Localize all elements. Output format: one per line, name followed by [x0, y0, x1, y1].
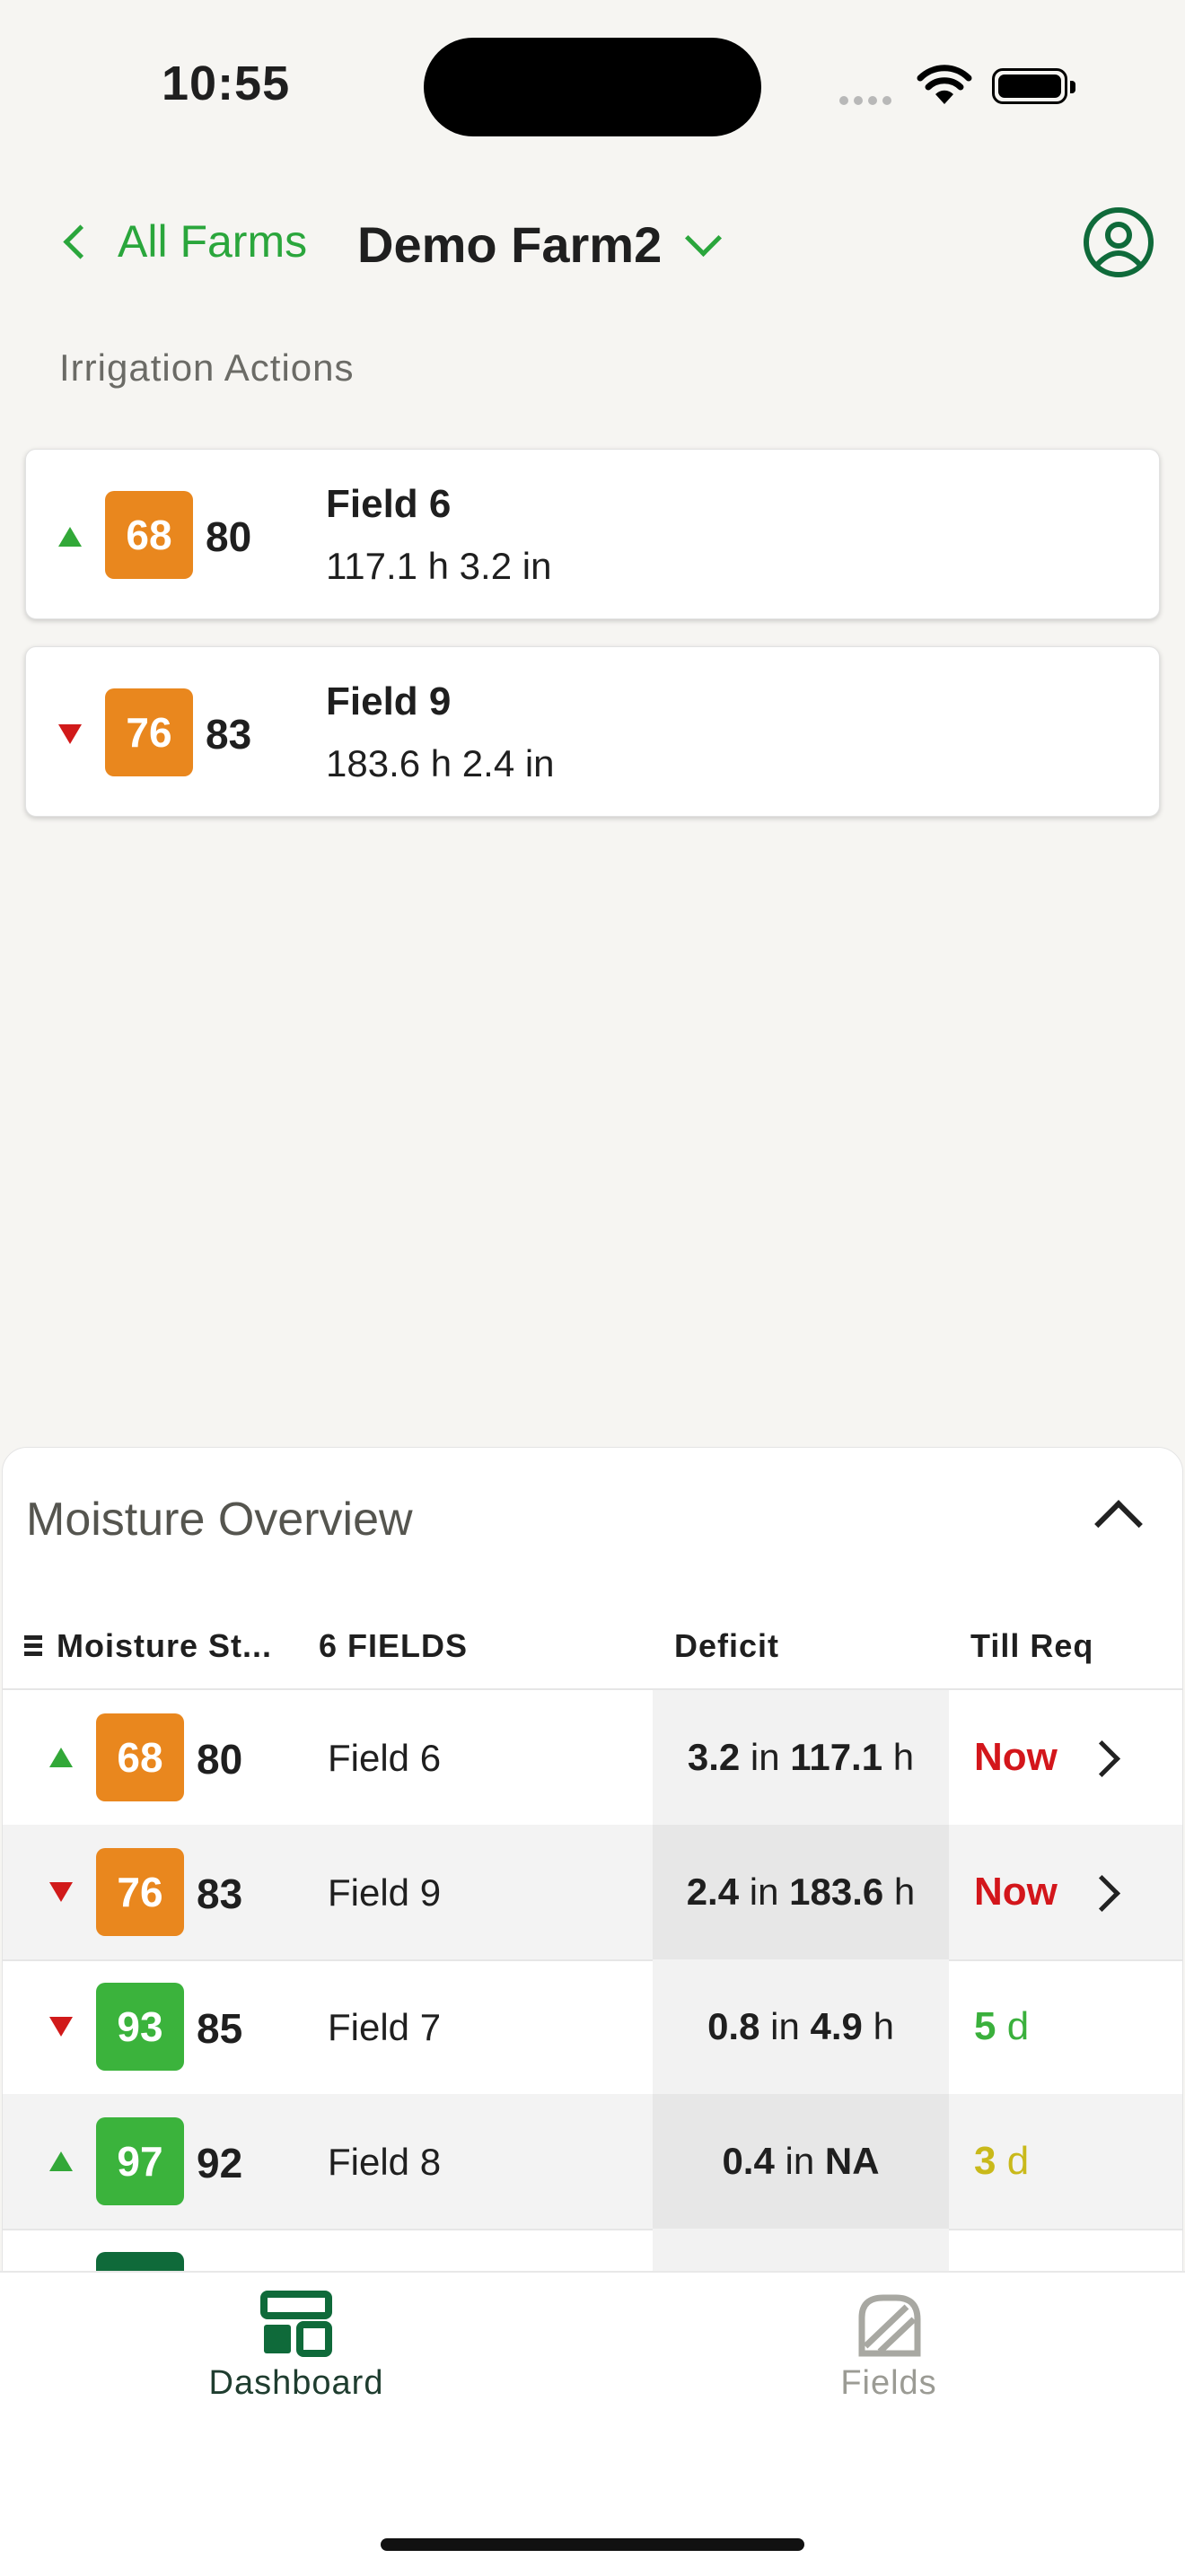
deficit-hours: 4.9: [810, 2005, 863, 2047]
irrigation-card[interactable]: 76 83 Field 9 183.6 h 2.4 in: [25, 646, 1160, 817]
field-name: Field 6: [328, 1737, 442, 1779]
trend-down-icon: [49, 2017, 73, 2037]
farm-name: Demo Farm2: [357, 216, 663, 273]
irrigation-card[interactable]: 68 80 Field 6 117.1 h 3.2 in: [25, 449, 1160, 619]
table-row[interactable]: 93 85 Field 7 0.8 in 4.9 h 5 d: [3, 1959, 1182, 2096]
table-row[interactable]: 68 80 Field 6 3.2 in 117.1 h Now: [3, 1690, 1182, 1827]
chevron-left-icon: [63, 223, 98, 259]
moisture-overview-title: Moisture Overview: [26, 1494, 413, 1546]
till-required: 3 d: [974, 2139, 1029, 2184]
header-moisture-status: Moisture St...: [57, 1627, 273, 1664]
deficit-inches: 3.2: [687, 1736, 741, 1778]
field-detail: 183.6 h 2.4 in: [326, 742, 555, 784]
back-label: All Farms: [118, 216, 308, 267]
header-till-req[interactable]: Till Req: [970, 1627, 1093, 1665]
header-fields[interactable]: 6 FIELDS: [319, 1627, 468, 1665]
deficit-inches: 0.4: [722, 2140, 775, 2182]
chevron-right-icon[interactable]: [1083, 1739, 1121, 1778]
trend-down-icon: [58, 724, 82, 744]
moisture-badge: [96, 2252, 184, 2272]
dashboard-icon: [260, 2291, 332, 2357]
chevron-up-icon[interactable]: [1094, 1500, 1143, 1548]
signal-icon: [839, 93, 897, 110]
target-value: 83: [197, 1871, 243, 1917]
status-time: 10:55: [162, 57, 291, 110]
deficit-hours-unit: h: [893, 1871, 916, 1913]
top-nav: All Farms Demo Farm2: [0, 197, 1185, 287]
till-required: 5 d: [974, 2004, 1029, 2049]
moisture-badge: 93: [96, 1983, 184, 2071]
field-name: Field 6: [326, 482, 452, 526]
deficit-hours-unit: h: [892, 1736, 915, 1778]
field-name: Field 8: [328, 2141, 442, 2183]
target-value: 92: [197, 2140, 243, 2186]
chevron-down-icon: [685, 219, 723, 258]
till-unit: d: [1006, 2139, 1030, 2183]
field-detail: 117.1 h 3.2 in: [326, 545, 552, 587]
deficit-inches-unit: in: [785, 2140, 815, 2182]
till-value: Now: [974, 1870, 1058, 1914]
table-row[interactable]: 97 92 Field 8 0.4 in NA 3 d: [3, 2094, 1182, 2230]
wifi-icon: [917, 65, 972, 104]
moisture-badge: 68: [105, 491, 193, 579]
fields-icon: [858, 2294, 921, 2357]
till-value: 5: [974, 2004, 996, 2048]
target-value: 80: [197, 1736, 243, 1783]
table-row[interactable]: [3, 2229, 1182, 2272]
home-indicator[interactable]: [381, 2538, 804, 2551]
tab-bar: Dashboard Fields: [0, 2271, 1185, 2576]
tab-dashboard[interactable]: Dashboard: [162, 2291, 431, 2403]
sort-moisture-status[interactable]: Moisture St...: [24, 1627, 272, 1665]
tab-dashboard-label: Dashboard: [208, 2364, 384, 2402]
deficit-hours: 183.6: [789, 1871, 884, 1913]
target-value: 85: [197, 2005, 243, 2052]
farm-selector[interactable]: Demo Farm2: [357, 215, 723, 274]
dynamic-island: [424, 38, 761, 136]
tab-fields[interactable]: Fields: [754, 2291, 1023, 2403]
trend-down-icon: [49, 1882, 73, 1902]
deficit-hours: 117.1: [790, 1736, 883, 1778]
field-name: Field 9: [328, 1871, 442, 1914]
back-button[interactable]: All Farms: [59, 215, 307, 267]
sort-icon: [24, 1635, 42, 1657]
till-value: Now: [974, 1735, 1058, 1779]
till-required: Now: [974, 1870, 1058, 1914]
till-unit: d: [1006, 2004, 1030, 2048]
moisture-badge: 97: [96, 2117, 184, 2205]
moisture-overview-panel: Moisture Overview Moisture St... 6 FIELD…: [2, 1447, 1183, 2273]
profile-icon[interactable]: [1083, 206, 1154, 278]
deficit-cell: [653, 2229, 949, 2272]
deficit-hours: NA: [824, 2140, 880, 2182]
header-deficit[interactable]: Deficit: [674, 1627, 779, 1665]
trend-up-icon: [49, 2151, 73, 2171]
deficit-cell: 2.4 in 183.6 h: [653, 1825, 949, 1959]
status-bar: 10:55: [0, 0, 1185, 171]
deficit-cell: 0.4 in NA: [653, 2094, 949, 2229]
till-value: 3: [974, 2139, 996, 2183]
field-name: Field 7: [328, 2006, 442, 2048]
battery-icon: [992, 68, 1075, 104]
deficit-inches: 0.8: [707, 2005, 760, 2047]
field-name: Field 9: [326, 679, 452, 723]
moisture-badge: 68: [96, 1713, 184, 1801]
till-required: Now: [974, 1735, 1058, 1780]
table-row[interactable]: 76 83 Field 9 2.4 in 183.6 h Now: [3, 1825, 1182, 1961]
irrigation-actions-title: Irrigation Actions: [59, 346, 355, 389]
deficit-hours-unit: h: [873, 2005, 894, 2047]
tab-fields-label: Fields: [840, 2364, 937, 2402]
moisture-badge: 76: [96, 1848, 184, 1936]
deficit-inches: 2.4: [686, 1871, 740, 1913]
deficit-inches-unit: in: [750, 1736, 780, 1778]
table-header: Moisture St... 6 FIELDS Deficit Till Req: [3, 1599, 1182, 1690]
chevron-right-icon[interactable]: [1083, 1874, 1121, 1913]
deficit-inches-unit: in: [770, 2005, 800, 2047]
deficit-cell: 3.2 in 117.1 h: [653, 1690, 949, 1825]
target-value: 83: [206, 711, 252, 758]
target-value: 80: [206, 513, 252, 560]
trend-up-icon: [58, 527, 82, 547]
trend-up-icon: [49, 1748, 73, 1767]
deficit-inches-unit: in: [749, 1871, 779, 1913]
moisture-badge: 76: [105, 688, 193, 776]
deficit-cell: 0.8 in 4.9 h: [653, 1959, 949, 2094]
